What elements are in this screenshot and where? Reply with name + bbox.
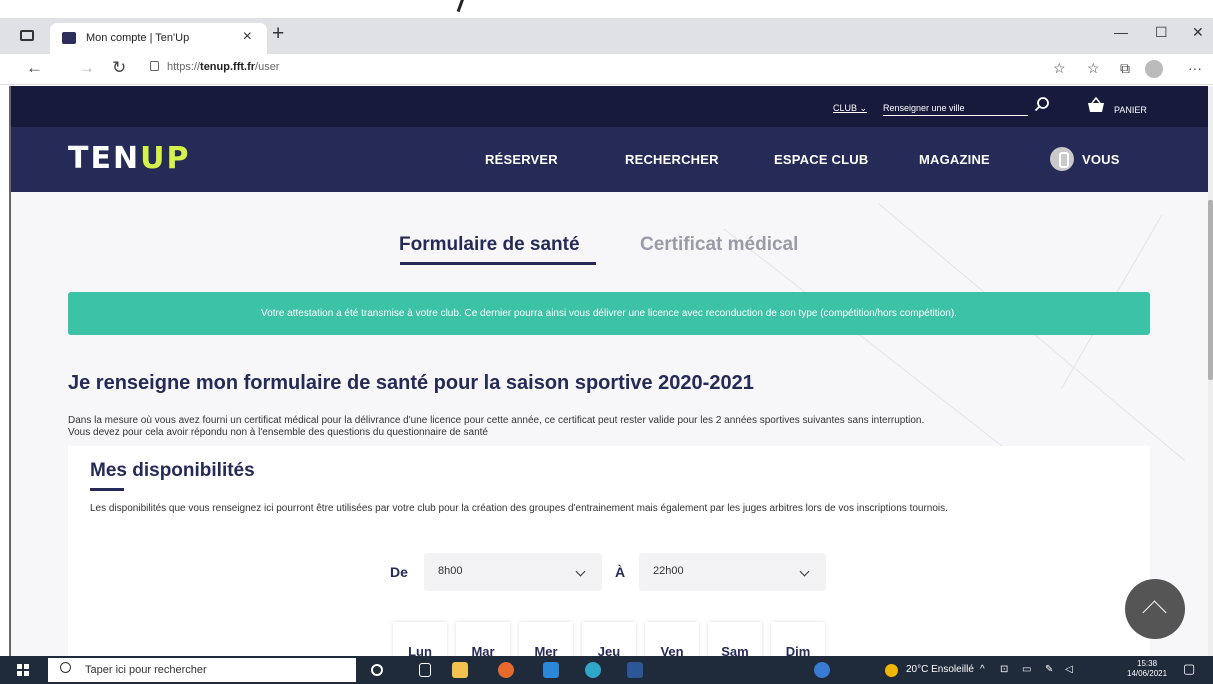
refresh-icon[interactable]: ↻ [112,58,126,78]
tab-certificat-medical[interactable]: Certificat médical [640,234,798,256]
url-path: /user [255,61,280,73]
club-select[interactable]: CLUB ⌄ [833,103,867,114]
from-label: De [390,564,408,580]
file-explorer-icon[interactable] [452,662,468,678]
battery-icon[interactable]: ▭ [1022,664,1031,675]
lock-icon [150,61,159,71]
cursor-mark [456,0,465,13]
mail-icon[interactable] [543,662,559,678]
window-close-icon[interactable]: ✕ [1192,24,1204,41]
tab-formulaire-sante[interactable]: Formulaire de santé [399,234,580,256]
tenup-logo[interactable]: TENUP [68,141,190,176]
chevron-down-icon [799,566,810,577]
from-time-select[interactable]: 8h00 [424,553,602,591]
main-nav: TENUP RÉSERVER RECHERCHER ESPACE CLUB MA… [11,127,1208,192]
nav-reserver[interactable]: RÉSERVER [485,152,558,167]
day-jeu[interactable]: Jeu [582,622,636,656]
weather-text[interactable]: 20°C Ensoleillé [906,664,974,675]
day-lun[interactable]: Lun [393,622,447,656]
active-tab-indicator [400,262,596,265]
windows-taskbar: Taper ici pour rechercher 20°C Ensoleill… [0,656,1213,684]
tenup-favicon-icon [62,32,76,44]
availability-card: Mes disponibilités Les disponibilités qu… [68,446,1150,656]
taskbar-search-box[interactable]: Taper ici pour rechercher [48,658,356,682]
back-arrow-icon[interactable]: ← [26,58,43,78]
to-time-value: 22h00 [653,565,684,577]
chevron-down-icon [575,566,586,577]
logo-up: UP [140,141,191,176]
nav-vous[interactable]: VOUS [1082,152,1120,167]
account-avatar-icon[interactable] [1050,147,1074,171]
logo-ten: TEN [68,141,141,176]
task-view-icon[interactable] [419,663,431,677]
browser-tab[interactable]: Mon compte | Ten'Up × [50,23,267,54]
favorite-add-icon[interactable]: ☆ [1053,60,1066,77]
help-icon[interactable] [814,662,830,678]
health-desc-line-2: Vous devez pour cela avoir répondu non à… [68,427,488,438]
day-sam[interactable]: Sam [708,622,762,656]
tab-title: Mon compte | Ten'Up [86,32,190,44]
availability-title: Mes disponibilités [90,460,255,481]
search-icon [60,662,71,673]
basket-icon[interactable] [1087,97,1105,113]
new-tab-icon[interactable]: + [272,22,284,46]
health-desc-line-1: Dans la mesure où vous avez fourni un ce… [68,415,925,426]
to-time-select[interactable]: 22h00 [639,553,826,591]
top-gap [0,0,1213,18]
search-icon[interactable] [1034,96,1050,112]
url-prefix: https:// [167,61,201,73]
nav-espace-club[interactable]: ESPACE CLUB [774,152,868,167]
to-label: À [615,564,626,580]
tab-close-icon[interactable]: × [243,28,252,46]
cart-label[interactable]: PANIER [1114,105,1147,115]
utility-bar: CLUB ⌄ Renseigner une ville PANIER [11,86,1208,127]
taskbar-search-placeholder: Taper ici pour rechercher [85,664,207,676]
address-bar: ← → ↻ https://tenup.fft.fr/user ☆ ☆ ⧉ ··… [0,54,1213,85]
maximize-icon[interactable]: ☐ [1155,24,1168,41]
tenup-page: CLUB ⌄ Renseigner une ville PANIER TENUP… [11,86,1208,656]
favorites-icon[interactable]: ☆ [1087,60,1100,77]
clock-time: 15:38 [1137,659,1158,668]
availability-description: Les disponibilités que vous renseignez i… [90,503,948,514]
health-form-description: Dans la mesure où vous avez fourni un ce… [68,415,1158,439]
scroll-to-top-button[interactable] [1125,579,1185,639]
from-time-value: 8h00 [438,565,463,577]
firefox-icon[interactable] [498,662,514,678]
browser-tab-bar: Mon compte | Ten'Up × + — ☐ ✕ [0,18,1213,54]
profile-avatar[interactable] [1145,60,1163,78]
url-field[interactable]: https://tenup.fft.fr/user [150,61,279,73]
day-mar[interactable]: Mar [456,622,510,656]
volume-icon[interactable]: ◁ [1065,664,1073,675]
taskbar-clock[interactable]: 15:38 14/06/2021 [1127,659,1167,679]
city-input[interactable]: Renseigner une ville [883,103,1028,116]
collections-icon[interactable]: ⧉ [1120,60,1130,77]
nav-rechercher[interactable]: RECHERCHER [625,152,719,167]
clock-date: 14/06/2021 [1127,669,1168,678]
nav-magazine[interactable]: MAGAZINE [919,152,990,167]
windows-start-icon[interactable] [17,664,29,676]
day-mer[interactable]: Mer [519,622,573,656]
notifications-icon[interactable]: ▢ [1183,661,1195,677]
word-icon[interactable] [627,662,643,678]
url-domain: tenup.fft.fr [200,61,256,73]
forward-arrow-icon[interactable]: → [78,58,95,78]
network-icon[interactable]: ⊡ [1000,664,1008,675]
edge-icon[interactable] [585,662,601,678]
health-form-title: Je renseigne mon formulaire de santé pou… [68,372,754,394]
pen-icon[interactable]: ✎ [1045,664,1053,675]
scrollbar-thumb[interactable] [1208,200,1213,380]
tray-chevron-icon[interactable]: ^ [980,664,985,675]
day-ven[interactable]: Ven [645,622,699,656]
sun-icon [885,664,898,677]
window-left-edge [0,86,11,656]
tab-actions-icon[interactable] [20,30,34,41]
main-content: Formulaire de santé Certificat médical V… [11,192,1208,656]
success-alert: Votre attestation a été transmise à votr… [68,292,1150,335]
minimize-icon[interactable]: — [1114,24,1128,40]
day-dim[interactable]: Dim [771,622,825,656]
availability-title-underline [90,488,124,491]
cortana-icon[interactable] [371,664,383,676]
more-menu-icon[interactable]: ··· [1188,60,1202,76]
